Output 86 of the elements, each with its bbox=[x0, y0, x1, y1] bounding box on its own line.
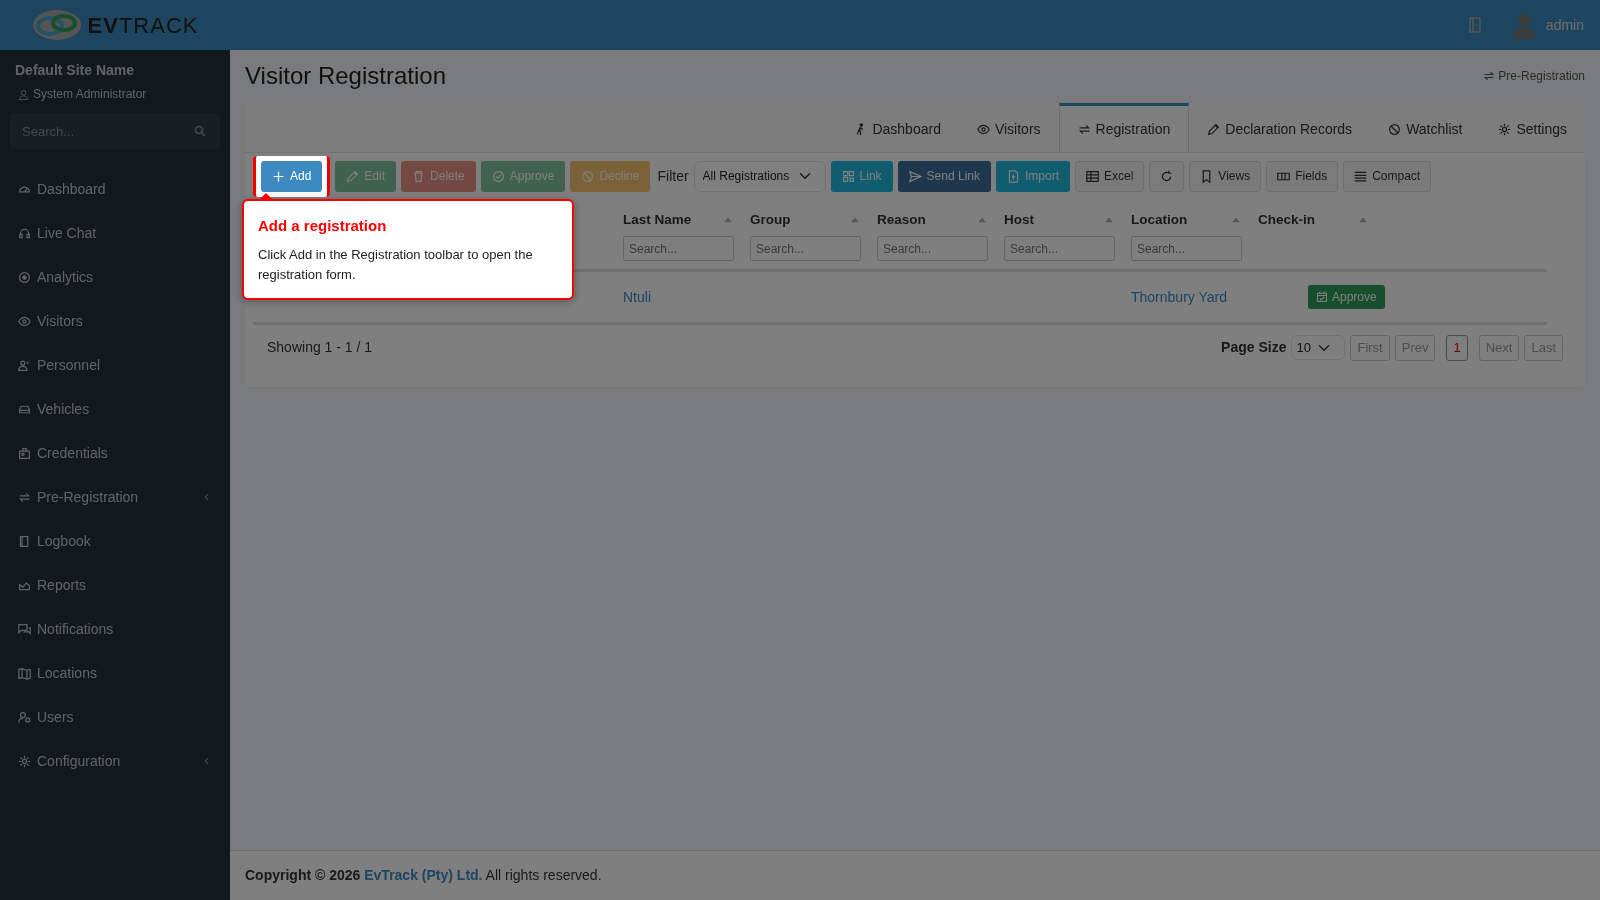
column-header[interactable]: Host bbox=[1004, 209, 1034, 231]
page-title: Visitor Registration bbox=[245, 62, 446, 91]
qr-code-icon[interactable] bbox=[841, 169, 855, 183]
sidebar-item[interactable]: Analytics bbox=[0, 255, 230, 299]
table-cell-link[interactable]: Ntuli bbox=[623, 288, 651, 305]
toolbar-button[interactable]: Import bbox=[996, 160, 1070, 192]
chevron-icon[interactable] bbox=[202, 756, 212, 766]
target-icon[interactable] bbox=[18, 270, 31, 284]
user-name[interactable]: admin bbox=[1545, 14, 1584, 36]
user-icon bbox=[18, 88, 29, 100]
sidebar-item[interactable]: Locations bbox=[0, 651, 230, 695]
person-icon[interactable] bbox=[18, 358, 31, 372]
tab[interactable]: Dashboard bbox=[836, 102, 959, 152]
chevron-icon[interactable] bbox=[202, 492, 212, 502]
column-header[interactable]: Group bbox=[750, 209, 791, 231]
sidebar-item[interactable]: Live Chat bbox=[0, 211, 230, 255]
breadcrumb-link[interactable]: Pre-Registration bbox=[1483, 67, 1585, 86]
column-search-field[interactable]: Search... bbox=[877, 236, 988, 262]
toolbar-button[interactable]: Excel bbox=[1075, 160, 1145, 192]
arrows-icon[interactable] bbox=[1077, 122, 1091, 136]
approve-button[interactable]: Approve bbox=[1308, 285, 1385, 310]
table-icon[interactable] bbox=[1086, 169, 1099, 183]
page-size-dropdown[interactable]: 10 bbox=[1291, 335, 1346, 361]
table-cell-link[interactable]: Thornbury Yard bbox=[1131, 288, 1227, 305]
showing-text: Showing 1 - 1 / 1 bbox=[267, 338, 373, 358]
settings-icon[interactable] bbox=[1498, 122, 1512, 136]
pager-button[interactable]: 1 bbox=[1446, 335, 1468, 361]
pencil-icon[interactable] bbox=[1207, 122, 1221, 136]
search-icon[interactable] bbox=[194, 125, 206, 137]
column-header[interactable]: Reason bbox=[877, 209, 926, 231]
blocked-icon[interactable] bbox=[1388, 122, 1402, 136]
copyright-text: Copyright © 2026 EvTrack (Pty) Ltd. All rights reserved. bbox=[245, 866, 602, 885]
logo-text: EVTRACK bbox=[87, 11, 199, 40]
headset-icon[interactable] bbox=[18, 226, 31, 240]
sidebar-item[interactable]: Reports bbox=[0, 563, 230, 607]
tab[interactable]: Watchlist bbox=[1370, 102, 1481, 152]
sidebar-item[interactable]: Dashboard bbox=[0, 167, 230, 211]
filter-label: Filter bbox=[657, 166, 689, 186]
sidebar-item[interactable]: Pre-Registration bbox=[0, 475, 230, 519]
map-icon[interactable] bbox=[18, 666, 31, 680]
arrows-icon[interactable] bbox=[18, 490, 31, 504]
book-icon[interactable] bbox=[18, 534, 31, 548]
toolbar-button[interactable]: Fields bbox=[1266, 160, 1339, 192]
column-search-field[interactable]: Search... bbox=[1131, 236, 1242, 262]
sidebar-item[interactable]: Vehicles bbox=[0, 387, 230, 431]
toolbar-button[interactable]: Views bbox=[1189, 160, 1262, 192]
site-name: Default Site Name bbox=[14, 61, 136, 80]
toolbar-button[interactable]: Compact bbox=[1343, 160, 1432, 192]
file-upload-icon[interactable] bbox=[1007, 169, 1020, 183]
toolbar-button[interactable]: Add bbox=[261, 160, 323, 192]
sidebar-item[interactable]: Logbook bbox=[0, 519, 230, 563]
arrows-icon[interactable] bbox=[1483, 70, 1496, 83]
lines-icon[interactable] bbox=[1354, 169, 1368, 183]
popover-text: Click Add in the Registration toolbar to open the registration form. bbox=[258, 246, 534, 284]
logo-icon bbox=[31, 9, 82, 41]
column-search-field[interactable]: Search... bbox=[623, 236, 734, 262]
column-header[interactable]: Check-in bbox=[1258, 209, 1315, 231]
toolbar-button[interactable]: Send Link bbox=[897, 160, 991, 192]
sidebar-item[interactable]: Personnel bbox=[0, 343, 230, 387]
calendar-check-icon[interactable] bbox=[1316, 291, 1328, 304]
column-search-field[interactable]: Search... bbox=[1004, 236, 1115, 262]
tab[interactable]: Declaration Records bbox=[1189, 102, 1371, 152]
sidebar-item[interactable]: Visitors bbox=[0, 299, 230, 343]
column-header[interactable]: Location bbox=[1131, 209, 1188, 231]
company-link[interactable]: EvTrack (Pty) Ltd. bbox=[364, 867, 483, 883]
plus-icon[interactable] bbox=[272, 169, 285, 183]
eye-icon[interactable] bbox=[976, 122, 990, 136]
tab[interactable]: Registration bbox=[1058, 102, 1190, 152]
sidebar-item[interactable]: Users bbox=[0, 695, 230, 739]
chat-icon[interactable] bbox=[18, 622, 31, 636]
sidebar-item[interactable]: Notifications bbox=[0, 607, 230, 651]
filter-dropdown[interactable]: All Registrations bbox=[693, 160, 826, 192]
page-size-label: Page Size bbox=[1221, 338, 1287, 358]
sidebar-item[interactable]: Credentials bbox=[0, 431, 230, 475]
toolbar-button[interactable]: Link bbox=[830, 160, 893, 192]
refresh-button[interactable] bbox=[1149, 160, 1185, 192]
tab[interactable]: Visitors bbox=[958, 102, 1059, 152]
popover-title: Add a registration bbox=[258, 215, 388, 236]
eye-icon[interactable] bbox=[18, 314, 31, 328]
column-header[interactable]: Last Name bbox=[623, 209, 692, 231]
column-search-field[interactable]: Search... bbox=[750, 236, 861, 262]
send-icon[interactable] bbox=[908, 169, 922, 183]
tab[interactable]: Settings bbox=[1480, 102, 1585, 152]
refresh-icon[interactable] bbox=[1160, 169, 1174, 183]
user-role: System Administrator bbox=[33, 86, 147, 103]
sidebar-item[interactable]: Configuration bbox=[0, 739, 230, 783]
